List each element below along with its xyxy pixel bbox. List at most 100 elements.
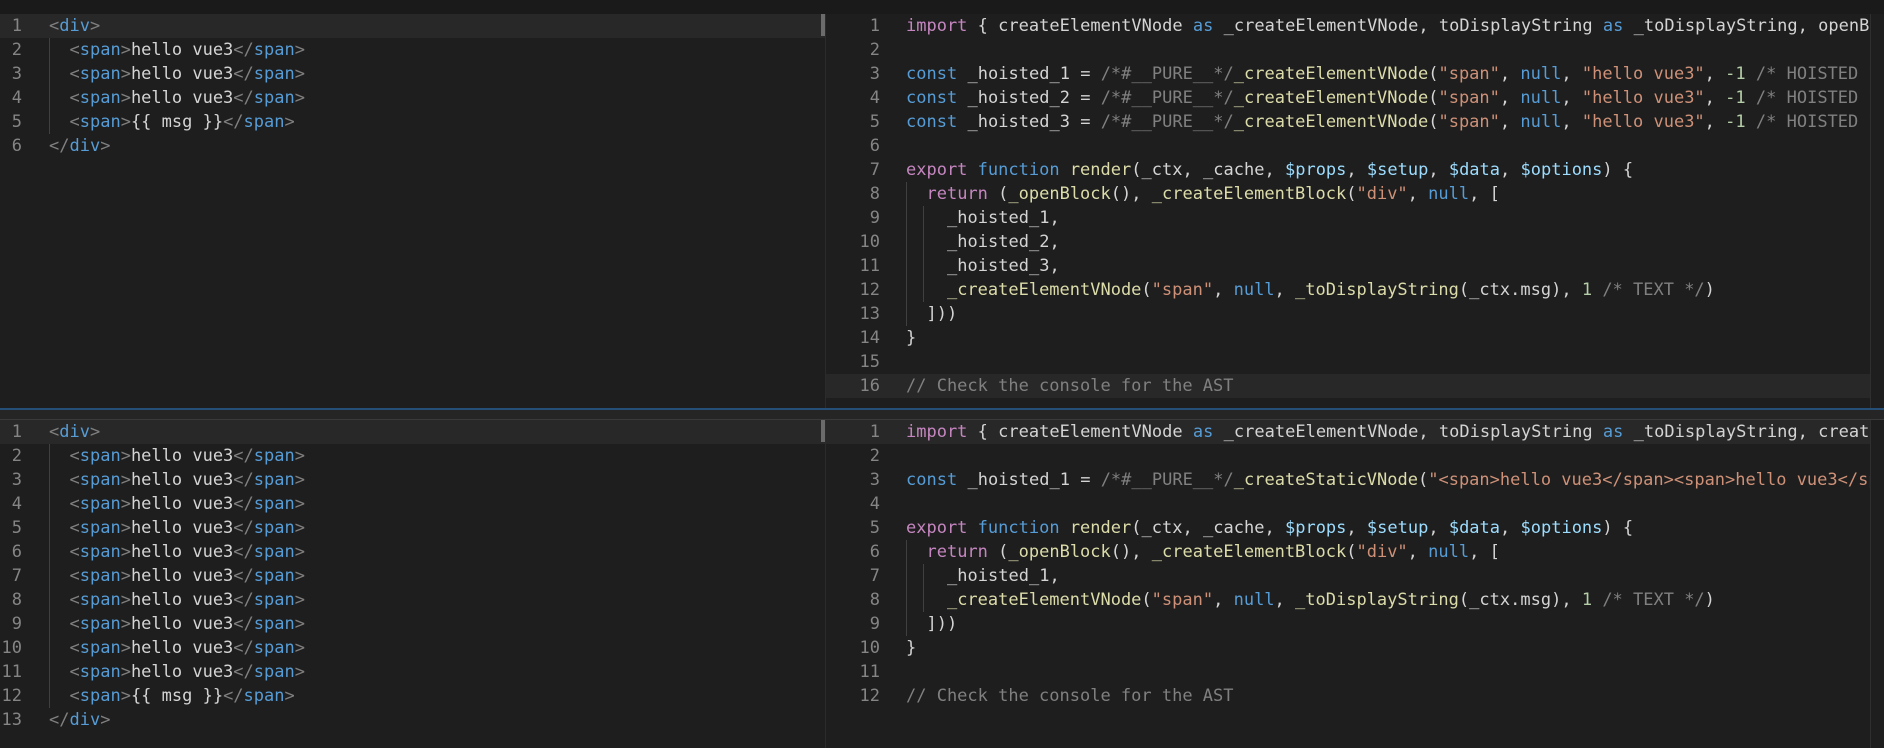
code-text: <span>hello vue3</span>	[69, 446, 305, 466]
code-line[interactable]: 2 <span>hello vue3</span>	[0, 38, 825, 62]
code-line[interactable]: 1 import { createElementVNode as _createE…	[826, 14, 1884, 38]
code-line[interactable]: 12 _createElementVNode("span", null, _to…	[826, 278, 1884, 302]
code-text: const _hoisted_2 = /*#__PURE__*/_createE…	[906, 88, 1884, 108]
code-line[interactable]: 3 <span>hello vue3</span>	[0, 62, 825, 86]
code-line[interactable]: 8 _createElementVNode("span", null, _toD…	[826, 588, 1884, 612]
line-number: 14	[859, 328, 880, 348]
code-line[interactable]: 3 const _hoisted_1 = /*#__PURE__*/_create…	[826, 62, 1884, 86]
code-text: <span>{{ msg }}</span>	[69, 686, 295, 706]
code-line[interactable]: 8 return (_openBlock(), _createElementBl…	[826, 182, 1884, 206]
code-text: }	[906, 638, 917, 658]
code-line[interactable]: 6 return (_openBlock(), _createElementBl…	[826, 540, 1884, 564]
code-text: return (_openBlock(), _createElementBloc…	[926, 542, 1500, 562]
line-number: 12	[859, 686, 880, 706]
code-text: import { createElementVNode as _createEl…	[906, 16, 1884, 36]
line-number: 11	[1, 662, 22, 682]
line-number: 10	[859, 232, 880, 252]
code-line[interactable]: 10 _hoisted_2,	[826, 230, 1884, 254]
code-line[interactable]: 4	[826, 492, 1884, 516]
code-line[interactable]: 13 ]))	[826, 302, 1884, 326]
code-line[interactable]: 1 import { createElementVNode as _createE…	[826, 420, 1884, 444]
pane-splitter[interactable]	[0, 408, 1884, 420]
code-text: export function render(_ctx, _cache, $pr…	[906, 518, 1634, 538]
code-line[interactable]: 5 <span>{{ msg }}</span>	[0, 110, 825, 134]
code-text: _createElementVNode("span", null, _toDis…	[946, 590, 1715, 610]
line-number: 4	[11, 88, 22, 108]
line-number: 6	[11, 542, 22, 562]
code-text: <span>hello vue3</span>	[69, 40, 305, 60]
vertical-scrollbar[interactable]	[1870, 14, 1884, 408]
bottom-template-editor[interactable]: 1 <div> 2 <span>hello vue3</span> 3 <span>h…	[0, 420, 825, 748]
code-line[interactable]: 7 export function render(_ctx, _cache, $p…	[826, 158, 1884, 182]
bottom-output-editor[interactable]: 1 import { createElementVNode as _createE…	[825, 420, 1884, 748]
line-number: 1	[869, 422, 880, 442]
line-number: 6	[869, 136, 880, 156]
code-line[interactable]: 11 <span>hello vue3</span>	[0, 660, 825, 684]
code-text: _hoisted_1,	[946, 566, 1060, 586]
code-line[interactable]: 7 _hoisted_1,	[826, 564, 1884, 588]
bottom-compiler-pane: 1 <div> 2 <span>hello vue3</span> 3 <span>h…	[0, 420, 1884, 748]
code-line[interactable]: 1 <div>	[0, 14, 825, 38]
code-line[interactable]: 16 // Check the console for the AST	[826, 374, 1884, 398]
vertical-scrollbar[interactable]	[1870, 420, 1884, 748]
code-text: import { createElementVNode as _createEl…	[906, 422, 1884, 442]
code-line[interactable]: 4 const _hoisted_2 = /*#__PURE__*/_create…	[826, 86, 1884, 110]
code-line[interactable]: 6 </div>	[0, 134, 825, 158]
line-number: 1	[11, 16, 22, 36]
code-line[interactable]: 2	[826, 444, 1884, 468]
code-text: ]))	[926, 614, 958, 634]
code-line[interactable]: 11 _hoisted_3,	[826, 254, 1884, 278]
code-text: <span>hello vue3</span>	[69, 638, 305, 658]
code-text: </div>	[49, 136, 111, 156]
code-text: const _hoisted_1 = /*#__PURE__*/_createS…	[906, 470, 1884, 490]
line-number: 13	[1, 710, 22, 730]
code-line[interactable]: 13 </div>	[0, 708, 825, 732]
code-text: <span>hello vue3</span>	[69, 590, 305, 610]
line-number: 12	[859, 280, 880, 300]
code-text: // Check the console for the AST	[906, 376, 1234, 396]
code-line[interactable]: 3 const _hoisted_1 = /*#__PURE__*/_create…	[826, 468, 1884, 492]
code-line[interactable]: 6 <span>hello vue3</span>	[0, 540, 825, 564]
line-number: 2	[11, 446, 22, 466]
code-line[interactable]: 4 <span>hello vue3</span>	[0, 492, 825, 516]
line-number: 16	[859, 376, 880, 396]
code-line[interactable]: 9 _hoisted_1,	[826, 206, 1884, 230]
line-number: 12	[1, 686, 22, 706]
line-number: 4	[11, 494, 22, 514]
code-line[interactable]: 14}	[826, 326, 1884, 350]
code-text: _createElementVNode("span", null, _toDis…	[946, 280, 1715, 300]
line-number: 7	[11, 566, 22, 586]
top-template-editor[interactable]: 1 <div> 2 <span>hello vue3</span> 3 <span>h…	[0, 14, 825, 408]
top-output-editor[interactable]: 1 import { createElementVNode as _createE…	[825, 14, 1884, 408]
code-line[interactable]: 9 ]))	[826, 612, 1884, 636]
code-line[interactable]: 12 // Check the console for the AST	[826, 684, 1884, 708]
code-line[interactable]: 2	[826, 38, 1884, 62]
line-number: 8	[11, 590, 22, 610]
code-line[interactable]: 5 <span>hello vue3</span>	[0, 516, 825, 540]
code-text: <span>hello vue3</span>	[69, 88, 305, 108]
line-number: 9	[869, 208, 880, 228]
code-line[interactable]: 10 <span>hello vue3</span>	[0, 636, 825, 660]
code-line[interactable]: 2 <span>hello vue3</span>	[0, 444, 825, 468]
code-line[interactable]: 7 <span>hello vue3</span>	[0, 564, 825, 588]
code-line[interactable]: 11	[826, 660, 1884, 684]
line-number: 3	[869, 64, 880, 84]
line-number: 6	[869, 542, 880, 562]
line-number: 5	[869, 518, 880, 538]
line-number: 5	[11, 518, 22, 538]
code-line[interactable]: 5 const _hoisted_3 = /*#__PURE__*/_create…	[826, 110, 1884, 134]
code-line[interactable]: 12 <span>{{ msg }}</span>	[0, 684, 825, 708]
code-line[interactable]: 15	[826, 350, 1884, 374]
code-line[interactable]: 8 <span>hello vue3</span>	[0, 588, 825, 612]
code-line[interactable]: 4 <span>hello vue3</span>	[0, 86, 825, 110]
code-line[interactable]: 1 <div>	[0, 420, 825, 444]
line-number: 2	[869, 40, 880, 60]
code-text: export function render(_ctx, _cache, $pr…	[906, 160, 1634, 180]
code-line[interactable]: 3 <span>hello vue3</span>	[0, 468, 825, 492]
code-line[interactable]: 6	[826, 134, 1884, 158]
line-number: 15	[859, 352, 880, 372]
line-number: 9	[11, 614, 22, 634]
code-line[interactable]: 5 export function render(_ctx, _cache, $p…	[826, 516, 1884, 540]
code-line[interactable]: 9 <span>hello vue3</span>	[0, 612, 825, 636]
code-line[interactable]: 10}	[826, 636, 1884, 660]
